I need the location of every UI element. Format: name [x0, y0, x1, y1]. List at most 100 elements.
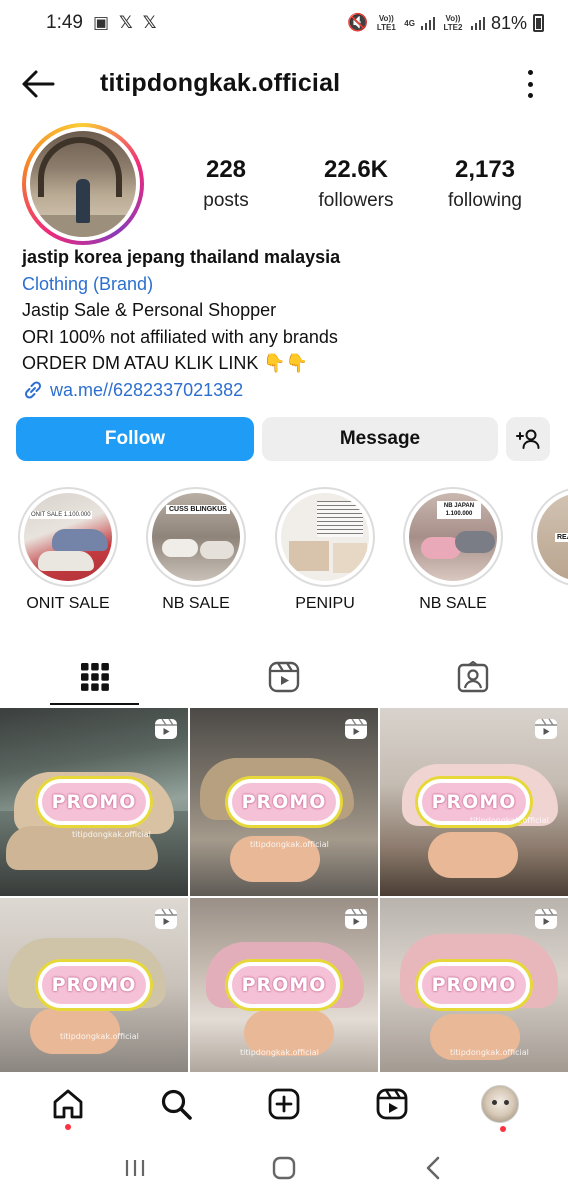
status-bar: 1:49 ▣ 𝕏 𝕏 🔇 Vo)) LTE1 4G Vo)) LTE2 81%: [0, 0, 568, 46]
bio-name: jastip korea jepang thailand malaysia: [22, 247, 341, 267]
avatar-person: [76, 179, 90, 223]
network-type: 4G: [404, 18, 415, 28]
stat-value: 22.6K: [323, 156, 389, 183]
highlight-ring: [275, 487, 375, 587]
search-icon: [161, 1089, 192, 1120]
more-options-button[interactable]: [526, 70, 534, 98]
profile-bio: jastip korea jepang thailand malaysia Cl…: [22, 244, 552, 403]
highlight-cover-text: REA: [555, 533, 568, 542]
stat-label: followers: [318, 190, 394, 211]
highlight-item[interactable]: NB JAPAN 1.100.000 NB SALE: [403, 487, 503, 613]
sim2-label: Vo)) LTE2: [443, 14, 463, 32]
profile-header: titipdongkak.official: [0, 56, 568, 112]
message-button[interactable]: Message: [262, 417, 498, 461]
home-square-icon: [272, 1156, 296, 1180]
highlight-shoe: [200, 541, 234, 559]
back-nav-button[interactable]: [413, 1148, 453, 1188]
battery-icon: [533, 14, 544, 32]
bio-category[interactable]: Clothing (Brand): [22, 271, 552, 298]
stat-posts[interactable]: 228 posts: [160, 156, 292, 212]
post-watermark: titipdongkak.official: [240, 1048, 319, 1057]
promo-badge: PROMO: [38, 962, 150, 1008]
promo-badge: PROMO: [228, 962, 340, 1008]
back-button[interactable]: [20, 68, 56, 100]
system-navigation: [0, 1136, 568, 1200]
notification-dot: [65, 1124, 71, 1130]
reel-badge-icon: [155, 908, 177, 929]
post-thumbnail[interactable]: PROMO titipdongkak.official: [380, 898, 568, 1072]
tab-grid[interactable]: [0, 648, 189, 705]
promo-badge: PROMO: [228, 779, 340, 825]
bio-link[interactable]: wa.me//6282337021382: [22, 377, 552, 404]
post-watermark: titipdongkak.official: [60, 1032, 139, 1041]
highlight-ring: NB JAPAN 1.100.000: [403, 487, 503, 587]
stat-following[interactable]: 2,173 following: [420, 156, 550, 212]
highlight-item[interactable]: ONIT SALE 1.100.000 ONIT SALE: [18, 487, 118, 613]
nav-profile[interactable]: [470, 1074, 530, 1134]
create-post-icon: [268, 1088, 300, 1120]
nav-home[interactable]: [38, 1074, 98, 1134]
highlight-item[interactable]: PENIPU: [275, 487, 375, 613]
suggested-accounts-button[interactable]: [506, 417, 550, 461]
signal-bars-icon-2: [470, 16, 485, 30]
nav-reels[interactable]: [362, 1074, 422, 1134]
stat-label: posts: [203, 190, 249, 211]
promo-badge: PROMO: [38, 779, 150, 825]
post-thumbnail[interactable]: PROMO titipdongkak.official: [0, 708, 188, 896]
reel-badge-icon: [345, 718, 367, 739]
avatar-image: [30, 131, 136, 237]
highlight-ring: ONIT SALE 1.100.000: [18, 487, 118, 587]
notification-dot: [500, 1126, 506, 1132]
highlight-item[interactable]: REA NIK: [531, 487, 568, 613]
add-person-icon: [516, 429, 540, 449]
highlight-label: PENIPU: [295, 595, 355, 612]
stat-value: 2,173: [454, 156, 516, 183]
highlight-ring: REA: [531, 487, 568, 587]
reel-badge-icon: [535, 718, 557, 739]
reel-badge-icon: [345, 908, 367, 929]
highlight-item[interactable]: CUSS BLINGKUS NB SALE: [146, 487, 246, 613]
more-dot: [527, 93, 533, 98]
battery-percent: 81%: [490, 12, 527, 33]
bottom-navigation: [0, 1072, 568, 1136]
profile-avatar[interactable]: [22, 123, 144, 245]
nav-create[interactable]: [254, 1074, 314, 1134]
promo-badge: PROMO: [418, 962, 530, 1008]
highlight-cover: REA: [537, 493, 568, 581]
reel-badge-icon: [535, 908, 557, 929]
highlight-shoe: [162, 539, 198, 557]
story-highlights: ONIT SALE 1.100.000 ONIT SALE CUSS BLING…: [0, 487, 568, 622]
home-button[interactable]: [264, 1148, 304, 1188]
reels-nav-icon: [376, 1088, 408, 1120]
post-thumbnail[interactable]: PROMO titipdongkak.official: [0, 898, 188, 1072]
posts-grid: PROMO titipdongkak.official PROMO titipd…: [0, 708, 568, 1072]
profile-stats: 228 posts 22.6K followers 2,173 followin…: [160, 156, 550, 212]
stat-value: 228: [205, 156, 247, 183]
highlight-cover: CUSS BLINGKUS: [152, 493, 240, 581]
more-dot: [527, 81, 533, 87]
highlight-ring: CUSS BLINGKUS: [146, 487, 246, 587]
post-hand: [30, 1008, 120, 1054]
bio-line: ORDER DM ATAU KLIK LINK 👇👇: [22, 353, 309, 373]
post-watermark: titipdongkak.official: [470, 816, 549, 825]
post-hand: [428, 832, 518, 878]
stat-followers[interactable]: 22.6K followers: [292, 156, 420, 212]
tab-tagged[interactable]: [379, 648, 568, 705]
tab-reels[interactable]: [189, 648, 378, 705]
home-icon: [53, 1089, 83, 1119]
follow-button[interactable]: Follow: [16, 417, 254, 461]
highlight-shoe: [455, 531, 495, 553]
back-chevron-icon: [427, 1156, 440, 1180]
highlight-cover: NB JAPAN 1.100.000: [409, 493, 497, 581]
profile-avatar-small: [481, 1085, 519, 1123]
nav-search[interactable]: [146, 1074, 206, 1134]
highlight-photo: [289, 541, 329, 571]
highlight-cover: [281, 493, 369, 581]
highlight-label: NB SALE: [162, 595, 230, 612]
recent-apps-button[interactable]: [115, 1148, 155, 1188]
post-thumbnail[interactable]: PROMO titipdongkak.official: [380, 708, 568, 896]
highlight-cover-text: ONIT SALE 1.100.000: [30, 511, 92, 519]
status-right: 🔇 Vo)) LTE1 4G Vo)) LTE2 81%: [347, 13, 544, 34]
post-thumbnail[interactable]: PROMO titipdongkak.official: [190, 708, 378, 896]
post-thumbnail[interactable]: PROMO titipdongkak.official: [190, 898, 378, 1072]
